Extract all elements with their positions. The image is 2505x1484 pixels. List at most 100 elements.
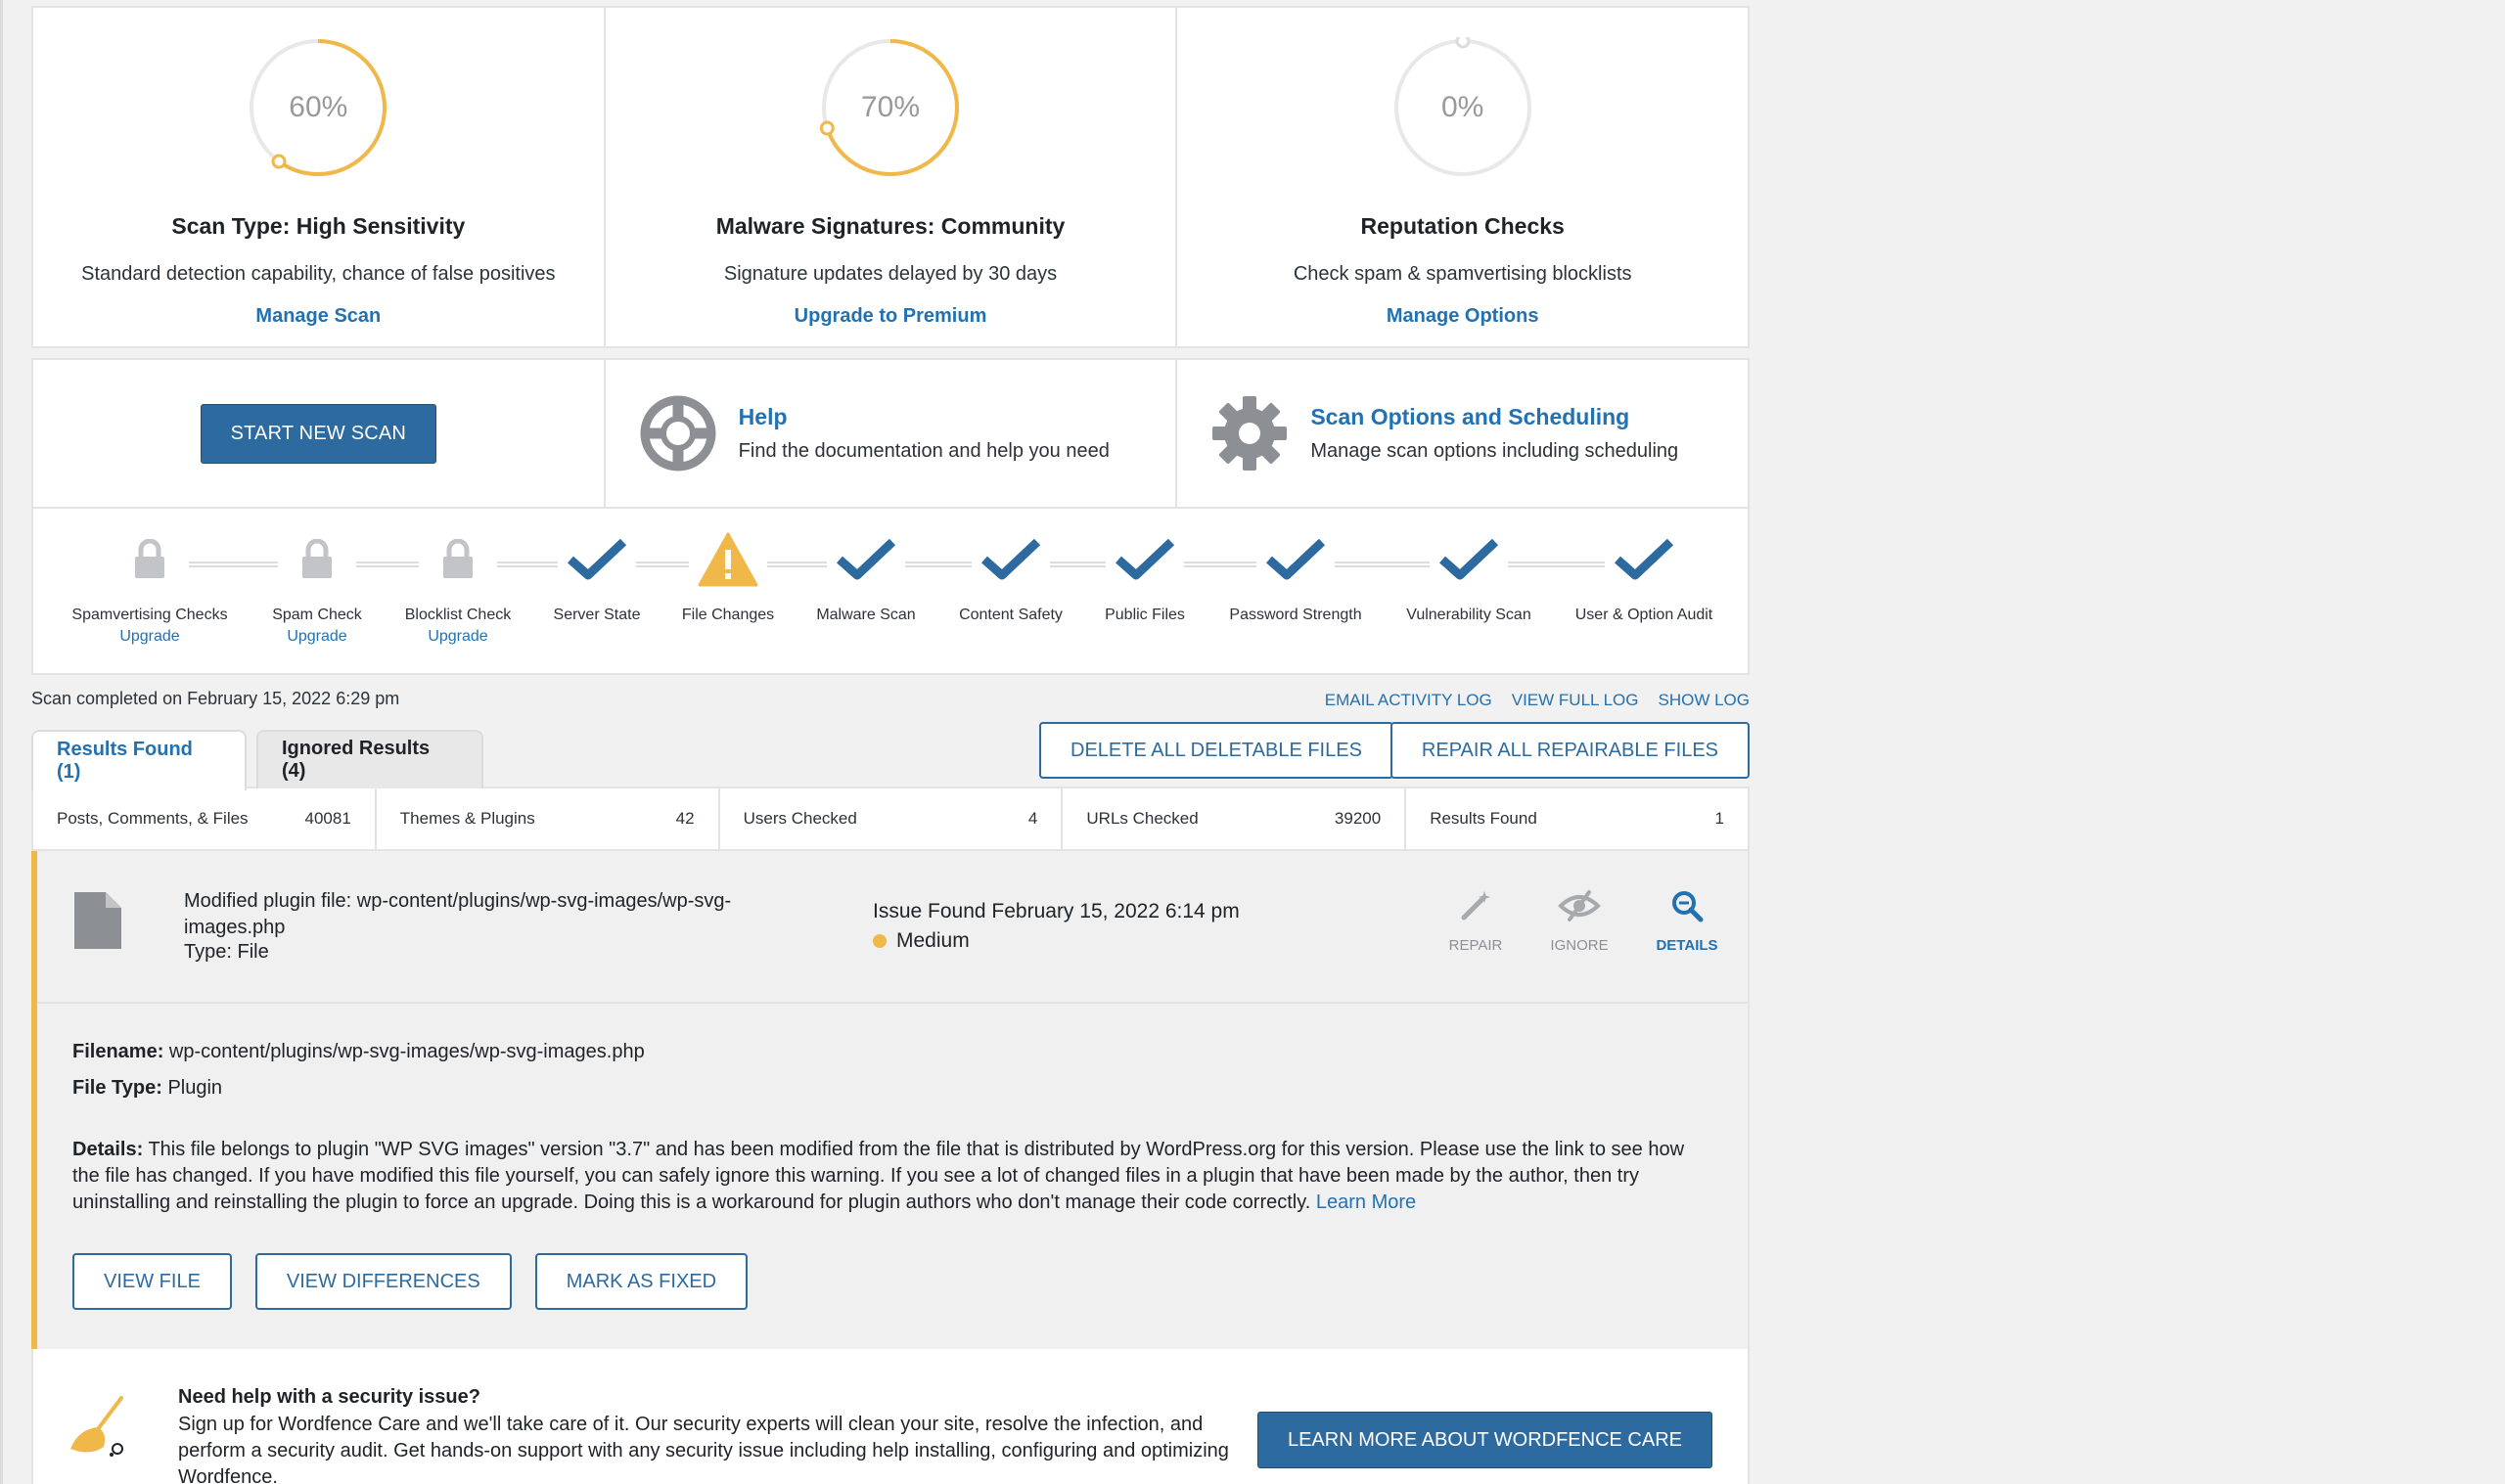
filename-row: Filename: wp-content/plugins/wp-svg-imag… [72,1041,645,1062]
issue-header[interactable]: Modified plugin file: wp-content/plugins… [37,851,1748,1004]
filetype-value: Plugin [167,1077,223,1099]
view-full-log-link[interactable]: VIEW FULL LOG [1512,691,1639,710]
issue-severity: Medium [873,929,970,953]
stage-upgrade-link[interactable]: Upgrade [428,628,487,646]
card-desc: Check spam & spamvertising blocklists [1293,263,1632,285]
details-paragraph: Details: This file belongs to plugin "WP… [72,1139,1685,1213]
care-text: Sign up for Wordfence Care and we'll tak… [178,1414,1229,1484]
help-title[interactable]: Help [739,404,1110,430]
progress-ring: 60% [248,37,388,178]
broom-icon [70,1396,123,1457]
filename-value: wp-content/plugins/wp-svg-images/wp-svg-… [168,1041,645,1062]
percent-label: 70% [860,91,921,123]
show-log-link[interactable]: SHOW LOG [1658,691,1750,710]
stat-themes-plugins: Themes & Plugins 42 [377,788,720,849]
file-icon [74,892,121,949]
card-title: Scan Type: High Sensitivity [171,213,466,239]
stage-label: File Changes [681,607,775,623]
percent-label: 0% [1440,91,1484,123]
start-scan-cell: START NEW SCAN [33,360,606,507]
progress-ring: 70% [819,37,961,178]
delete-all-button[interactable]: DELETE ALL DELETABLE FILES [1039,722,1393,779]
card-scan-type: 60% Scan Type: High Sensitivity Standard… [33,8,606,346]
upgrade-premium-link[interactable]: Upgrade to Premium [795,305,987,328]
stat-posts-comments-files: Posts, Comments, & Files 40081 [33,788,377,849]
progress-ring: 0% [1392,33,1533,178]
checkmark-icon [1115,530,1175,589]
card-title: Reputation Checks [1360,213,1565,239]
ignore-label: IGNORE [1550,937,1609,954]
filetype-row: File Type: Plugin [72,1077,223,1099]
scan-options-title[interactable]: Scan Options and Scheduling [1310,404,1678,430]
learn-more-link[interactable]: Learn More [1316,1192,1416,1213]
help-desc: Find the documentation and help you need [738,440,1110,462]
repair-action[interactable]: REPAIR [1432,888,1520,954]
checkmark-icon [836,530,896,589]
lock-icon [133,530,166,589]
results-tabs-row: Results Found (1) Ignored Results (4) DE… [31,722,1750,790]
stage-label: Spam Check [272,607,362,623]
action-row: START NEW SCAN Help Find the documentati… [31,358,1750,509]
details-label: DETAILS [1656,937,1718,954]
help-cell[interactable]: Help Find the documentation and help you… [606,360,1178,507]
scan-page: 60% Scan Type: High Sensitivity Standard… [31,0,1750,1484]
issue-found-date: Issue Found February 15, 2022 6:14 pm [873,900,1240,922]
checkmark-icon [980,530,1041,589]
mark-as-fixed-button[interactable]: MARK AS FIXED [534,1253,749,1310]
stage-label: Password Strength [1229,607,1362,623]
care-title: Need help with a security issue? [178,1386,480,1408]
wordfence-care-banner: Need help with a security issue? Sign up… [31,1349,1750,1484]
issue-title: Modified plugin file: wp-content/plugins… [184,890,732,938]
learn-more-wordfence-care-button[interactable]: LEARN MORE ABOUT WORDFENCE CARE [1256,1412,1712,1468]
stat-urls-checked: URLs Checked 39200 [1063,788,1407,849]
repair-label: REPAIR [1448,937,1503,954]
scan-stages: Spamvertising Checks Upgrade Spam Check Upg… [31,509,1750,675]
manage-scan-link[interactable]: Manage Scan [255,305,381,328]
scan-options-desc: Manage scan options including scheduling [1310,440,1679,462]
stage-upgrade-link[interactable]: Upgrade [287,628,346,646]
stage-label: Malware Scan [816,607,916,623]
scan-stats: Posts, Comments, & Files 40081 Themes & P… [31,787,1750,851]
scan-status-bar: Scan completed on February 15, 2022 6:29… [31,675,1750,722]
email-activity-log-link[interactable]: EMAIL ACTIVITY LOG [1325,691,1492,710]
ignore-action[interactable]: IGNORE [1535,888,1623,954]
checkmark-icon [1265,530,1326,589]
details-action[interactable]: DETAILS [1643,888,1731,954]
stage-upgrade-link[interactable]: Upgrade [119,628,179,646]
issue-item: Modified plugin file: wp-content/plugins… [31,851,1750,1349]
repair-all-button[interactable]: REPAIR ALL REPAIRABLE FILES [1389,722,1750,779]
search-icon [1672,891,1704,922]
manage-options-link[interactable]: Manage Options [1387,305,1539,328]
lock-icon [300,530,334,589]
left-edge [0,0,3,1484]
stage-user-option-audit: User & Option Audit [1541,530,1747,624]
lifebuoy-icon [640,395,716,472]
tab-ignored-results[interactable]: Ignored Results (4) [256,730,483,788]
start-new-scan-button[interactable]: START NEW SCAN [200,403,437,464]
view-file-button[interactable]: VIEW FILE [72,1253,232,1310]
stat-results-found: Results Found 1 [1430,809,1724,828]
scan-options-cell[interactable]: Scan Options and Scheduling Manage scan … [1177,360,1748,507]
stage-label: Vulnerability Scan [1406,607,1531,623]
checkmark-icon [567,530,627,589]
issue-buttons: VIEW FILE VIEW DIFFERENCES MARK AS FIXED [72,1253,1712,1310]
checkmark-icon [1438,530,1499,589]
warning-icon [698,530,758,589]
stage-label: User & Option Audit [1574,607,1713,623]
stage-label: Public Files [1105,607,1185,623]
log-links: EMAIL ACTIVITY LOG VIEW FULL LOG SHOW LO… [1325,691,1750,710]
scan-completed-text: Scan completed on February 15, 2022 6:29… [31,689,400,708]
lock-icon [441,530,475,589]
severity-label: Medium [896,929,970,952]
gear-icon [1212,396,1288,471]
eye-slash-icon [1558,890,1601,922]
tab-results-found[interactable]: Results Found (1) [31,730,247,790]
severity-dot [873,934,887,948]
view-differences-button[interactable]: VIEW DIFFERENCES [254,1253,512,1310]
details-text: This file belongs to plugin "WP SVG imag… [72,1139,1685,1213]
card-desc: Signature updates delayed by 30 days [723,263,1058,285]
summary-cards: 60% Scan Type: High Sensitivity Standard… [31,6,1750,348]
issue-type: Type: File [184,941,269,963]
stat-users-checked: Users Checked 4 [720,788,1064,849]
percent-label: 60% [289,91,348,123]
